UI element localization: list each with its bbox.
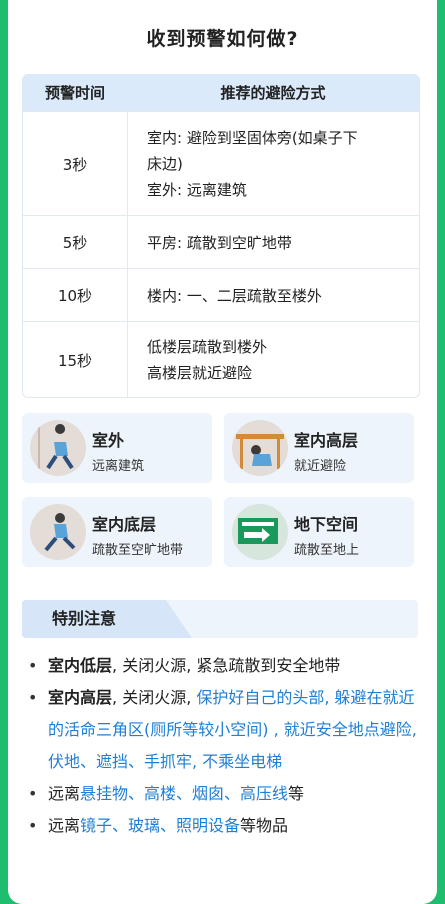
tile-subtitle: 远离建筑 [92, 459, 145, 474]
row-time: 5秒 [23, 216, 128, 269]
tile-title: 室外 [92, 431, 125, 450]
tile-indoor-high: 室内高层 就近避险 [224, 413, 414, 483]
method-line: 平房: 疏散到空旷地带 [147, 233, 292, 252]
method-line: 楼内: 一、二层疏散至楼外 [147, 286, 322, 305]
special-note-header: 特别注意 [22, 600, 418, 638]
table-row: 5秒 平房: 疏散到空旷地带 [23, 215, 419, 269]
bullet-bold: 室内高层 [48, 688, 113, 707]
header-method: 推荐的避险方式 [220, 84, 326, 102]
method-line: 床边) [147, 155, 183, 173]
note-list: 室内低层, 关闭火源, 紧急疏散到安全地带 室内高层, 关闭火源, 保护好自己的… [24, 650, 428, 842]
method-line: 高楼层就近避险 [147, 364, 253, 382]
header-time: 预警时间 [44, 84, 105, 102]
bullet-text: 等物品 [240, 816, 289, 835]
table-row: 10秒 楼内: 一、二层疏散至楼外 [23, 268, 419, 322]
table-row: 3秒 室内: 避险到坚固体旁(如桌子下 床边) 室外: 远离建筑 [23, 111, 419, 216]
evacuating-person-icon [30, 504, 86, 560]
tile-underground: 地下空间 疏散至地上 [224, 497, 414, 567]
bullet-text: 等 [288, 784, 305, 803]
row-method: 楼内: 一、二层疏散至楼外 [147, 269, 409, 322]
row-method: 室内: 避险到坚固体旁(如桌子下 床边) 室外: 远离建筑 [147, 112, 409, 216]
row-time: 3秒 [23, 112, 128, 216]
list-item: 远离镜子、玻璃、照明设备等物品 [24, 810, 428, 842]
tile-subtitle: 疏散至地上 [294, 543, 360, 558]
row-time: 15秒 [23, 322, 128, 397]
special-note-label: 特别注意 [52, 609, 117, 628]
table-row: 15秒 低楼层疏散到楼外 高楼层就近避险 [23, 321, 419, 397]
tile-subtitle: 就近避险 [294, 459, 347, 474]
warning-table: 预警时间 推荐的避险方式 3秒 室内: 避险到坚固体旁(如桌子下 床边) 室外:… [22, 74, 420, 398]
bullet-text: 远离 [48, 784, 81, 803]
bullet-text: 远离 [48, 816, 81, 835]
method-line: 低楼层疏散到楼外 [147, 338, 268, 356]
tile-indoor-low: 室内底层 疏散至空旷地带 [22, 497, 212, 567]
bullet-bold: 室内低层 [48, 656, 113, 675]
row-method: 低楼层疏散到楼外 高楼层就近避险 [147, 322, 409, 397]
list-item: 远离悬挂物、高楼、烟囱、高压线等 [24, 778, 428, 810]
method-line: 室内: 避险到坚固体旁(如桌子下 [147, 129, 358, 147]
bullet-text: , 关闭火源, [112, 688, 197, 707]
list-item: 室内高层, 关闭火源, 保护好自己的头部, 躲避在就近的活命三角区(厕所等较小空… [24, 682, 428, 778]
outdoor-running-person-icon [30, 420, 86, 476]
tile-subtitle: 疏散至空旷地带 [92, 543, 184, 558]
row-time: 10秒 [23, 269, 128, 322]
bullet-text: , 关闭火源, 紧急疏散到安全地带 [112, 656, 341, 675]
tile-title: 室内高层 [294, 431, 359, 450]
bullet-highlight: 悬挂物、高楼、烟囱、高压线 [80, 784, 289, 803]
tile-title: 室内底层 [92, 515, 157, 534]
row-method: 平房: 疏散到空旷地带 [147, 216, 409, 269]
warning-card: 收到预警如何做? 预警时间 推荐的避险方式 3秒 室内: 避险到坚固体旁(如桌子… [8, 0, 437, 904]
emergency-exit-sign-icon [232, 504, 288, 560]
tile-title: 地下空间 [294, 515, 359, 534]
table-header: 预警时间 推荐的避险方式 [23, 75, 419, 111]
list-item: 室内低层, 关闭火源, 紧急疏散到安全地带 [24, 650, 428, 682]
crouching-under-table-icon [232, 420, 288, 476]
tile-outdoor: 室外 远离建筑 [22, 413, 212, 483]
bullet-highlight: 镜子、玻璃、照明设备 [80, 816, 241, 835]
method-line: 室外: 远离建筑 [147, 181, 247, 199]
page-title: 收到预警如何做? [146, 28, 299, 50]
